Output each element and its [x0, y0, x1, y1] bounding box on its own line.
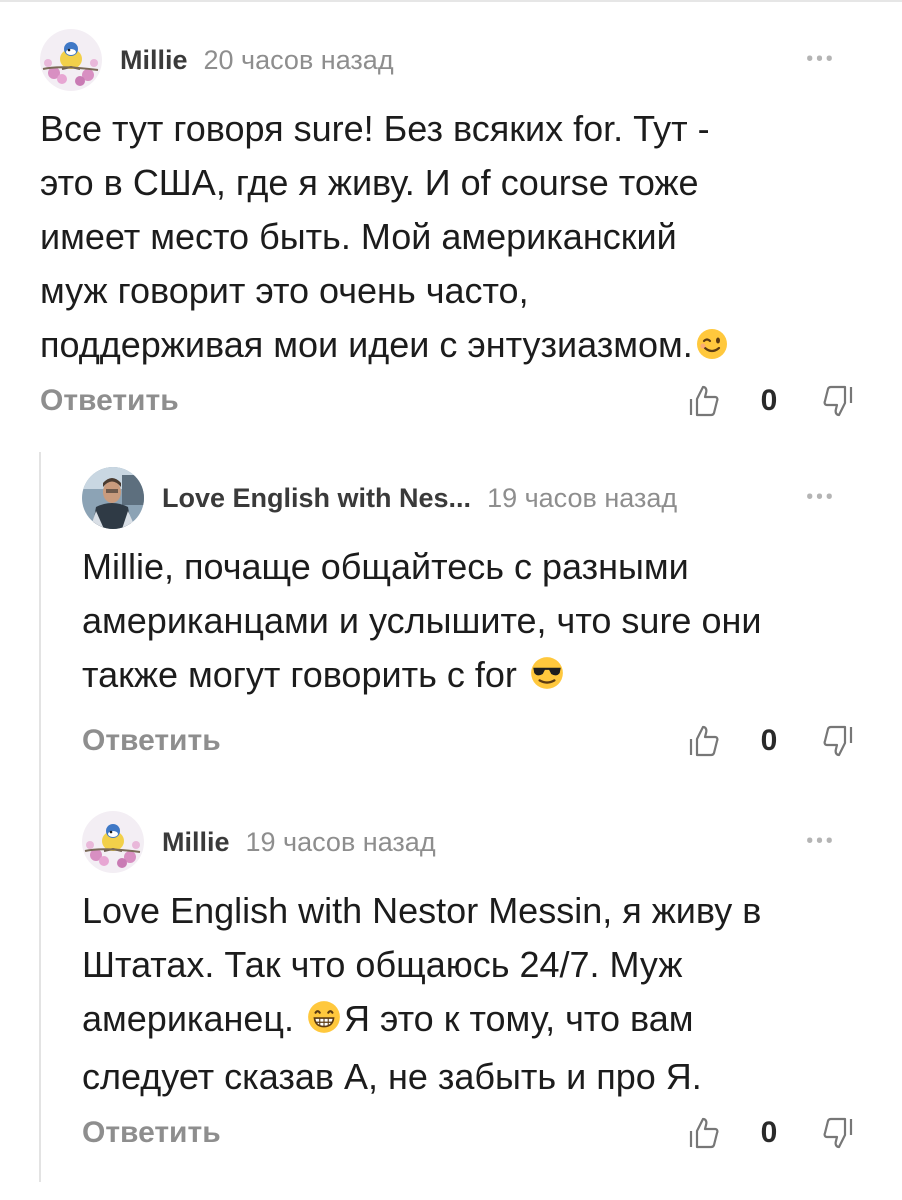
reply-comment: Love English with Nes... 19 часов назад …: [82, 466, 860, 766]
thumbs-up-icon[interactable]: [682, 376, 726, 426]
comment-actions: Ответить 0: [40, 376, 860, 426]
bird-avatar-icon: [82, 811, 144, 873]
reply-comment: Millie 19 часов назад ••• Love English w…: [82, 810, 860, 1170]
like-count: 0: [760, 384, 778, 417]
comment-actions: Ответить 0: [82, 716, 860, 766]
comment-header: Love English with Nes... 19 часов назад: [82, 466, 677, 530]
man-photo-avatar-icon: [82, 467, 144, 529]
like-count: 0: [760, 724, 778, 757]
comment-text-main: Millie, почаще общайтесь с разными амери…: [82, 546, 762, 695]
comment-actions: Ответить 0: [82, 1108, 860, 1158]
reply-button[interactable]: Ответить: [82, 716, 221, 766]
thumbs-up-icon[interactable]: [682, 1108, 726, 1158]
comment-text: Millie, почаще общайтесь с разными амери…: [82, 540, 860, 706]
comment-text: Love English with Nestor Messin, я живу …: [82, 884, 860, 1104]
avatar[interactable]: [82, 811, 144, 873]
thumbs-down-icon[interactable]: [816, 1108, 860, 1158]
comment-time: 19 часов назад: [487, 482, 678, 513]
like-count: 0: [760, 1116, 778, 1149]
comment-header: Millie 19 часов назад: [82, 810, 436, 874]
comment-time: 19 часов назад: [245, 826, 436, 857]
thumbs-up-icon[interactable]: [682, 716, 726, 766]
author-name[interactable]: Love English with Nes...: [162, 483, 471, 514]
more-dots-icon[interactable]: •••: [798, 820, 842, 864]
author-name[interactable]: Millie: [120, 45, 188, 76]
bird-avatar-icon: [40, 29, 102, 91]
reply-button[interactable]: Ответить: [82, 1108, 221, 1158]
comment-text-main: Все тут говоря sure! Без всяких for. Тут…: [40, 108, 710, 365]
comment: Millie 20 часов назад ••• Все тут говоря…: [40, 28, 860, 438]
more-dots-icon[interactable]: •••: [798, 476, 842, 520]
comment-time: 20 часов назад: [203, 44, 394, 75]
comment-header: Millie 20 часов назад: [40, 28, 394, 92]
more-dots-icon[interactable]: •••: [798, 38, 842, 82]
reply-button[interactable]: Ответить: [40, 376, 179, 426]
avatar[interactable]: [82, 467, 144, 529]
avatar[interactable]: [40, 29, 102, 91]
wink-emoji-icon: [695, 322, 729, 376]
grin-emoji-icon: [306, 996, 342, 1050]
top-divider: [0, 0, 902, 2]
reply-thread-line: [39, 452, 41, 1182]
comment-text: Все тут говоря sure! Без всяких for. Тут…: [40, 102, 860, 376]
thumbs-down-icon[interactable]: [816, 376, 860, 426]
author-name[interactable]: Millie: [162, 827, 230, 858]
sunglasses-emoji-icon: [529, 652, 565, 706]
thumbs-down-icon[interactable]: [816, 716, 860, 766]
